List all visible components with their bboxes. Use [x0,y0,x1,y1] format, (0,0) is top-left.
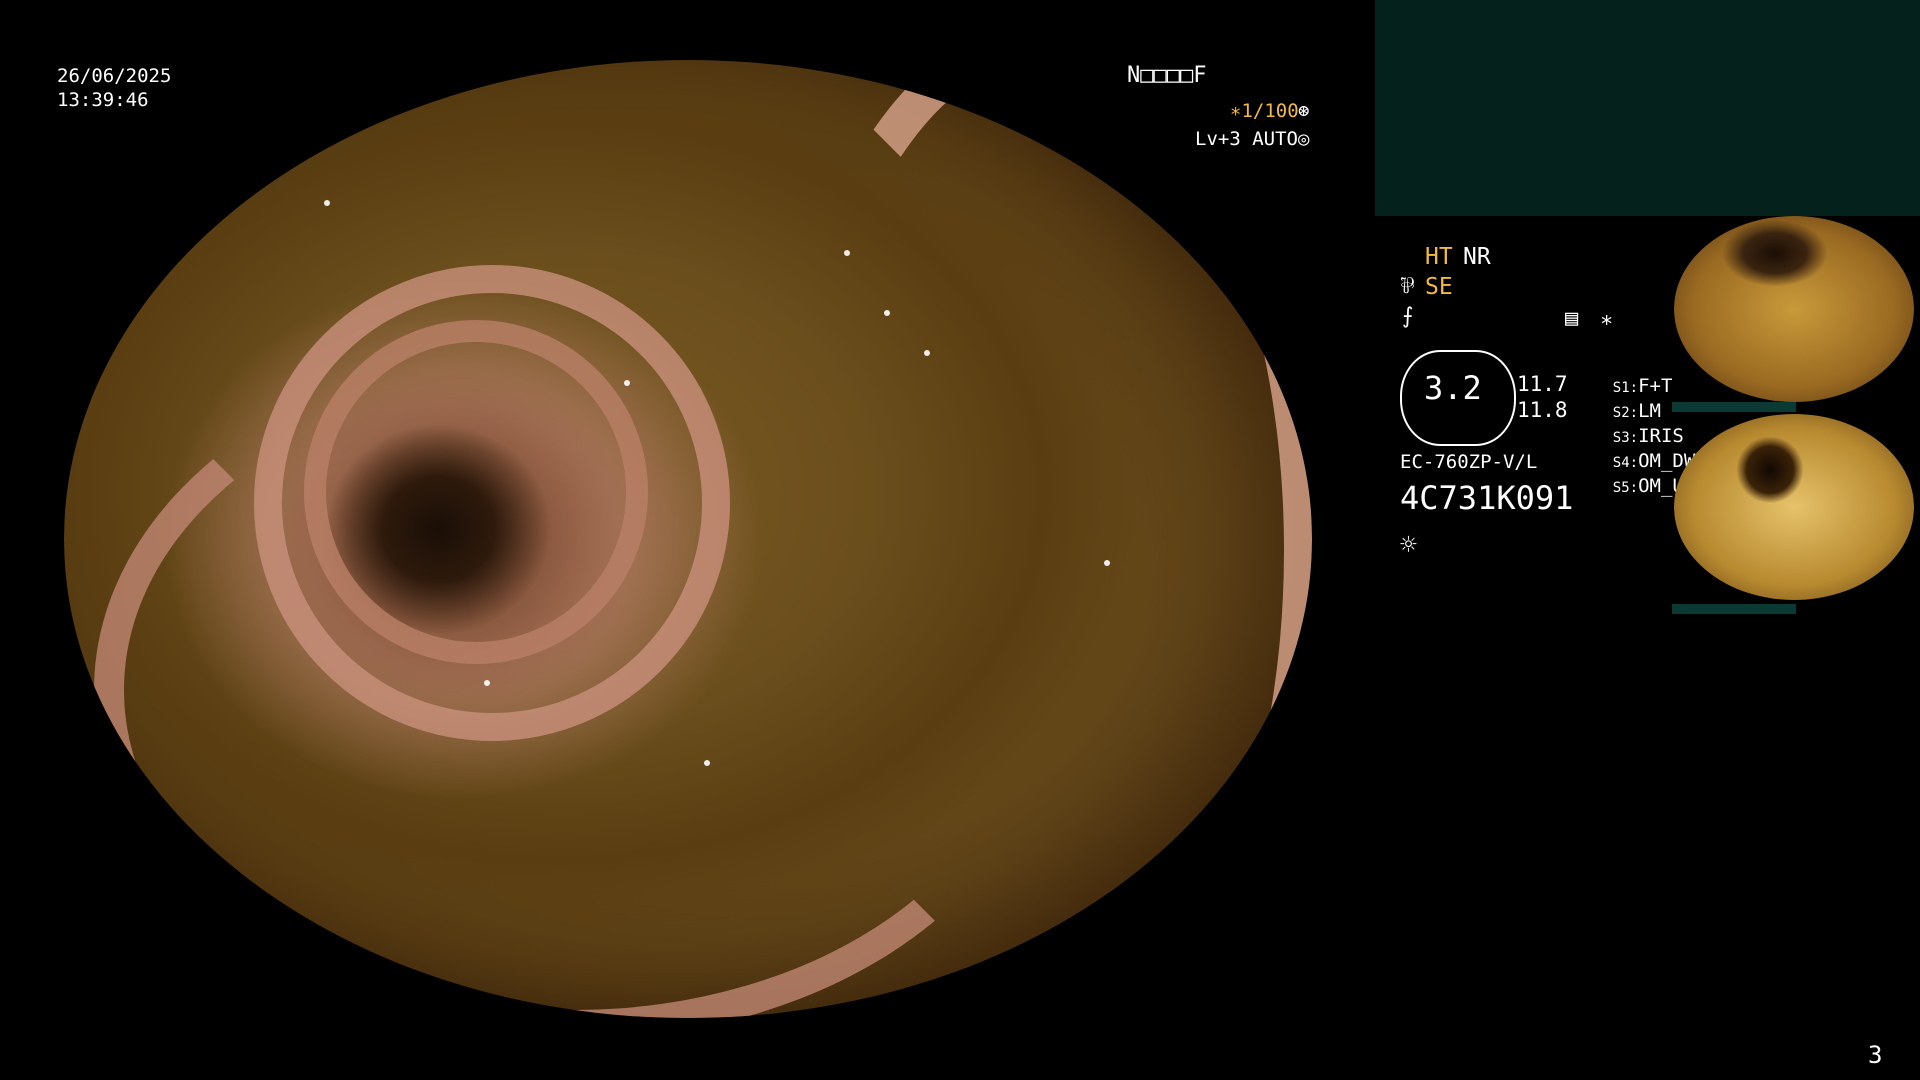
light-reflection [1104,560,1110,566]
scope-model: EC-760ZP-V/L [1400,451,1538,473]
light-reflection [884,310,890,316]
thumbnail-bar [1672,604,1796,614]
light-reflection [924,350,930,356]
nr-label: NR [1463,244,1491,270]
level-label: Lv+3 AUTO [1195,128,1298,150]
memory-star: ∗ [1600,308,1614,333]
light-reflection [324,200,330,206]
shutter-icon: ⊛ [1298,100,1310,122]
date-label: 26/06/2025 [57,65,172,87]
scope-value-a: 11.7 [1517,372,1568,396]
filter-icon: ⨍ [1402,304,1414,329]
captured-image-thumbnail[interactable] [1674,216,1914,402]
memory-icon: ▤ [1565,306,1579,331]
light-reflection [704,760,710,766]
auto-icon: ◎ [1298,128,1310,150]
mucosal-fold [94,340,1054,1018]
light-reflection [484,680,490,686]
thumbnail-bar [1672,402,1796,412]
se-label: SE [1425,274,1453,300]
ht-label: HT [1425,244,1453,270]
page-number: 3 [1868,1041,1883,1069]
status-code: N□□□□F [1127,63,1207,88]
captured-image-thumbnail[interactable] [1674,414,1914,600]
endoscope-image [64,60,1312,1018]
endoscopy-screen: 26/06/2025 13:39:46 N□□□□F ∗1/100 ⊛ Lv+3… [0,0,1920,1080]
serial-number: 4C731K091 [1400,479,1574,517]
shutter-speed: ∗1/100 [1230,100,1299,122]
brightness-icon: ☼ [1400,528,1417,561]
light-reflection [844,250,850,256]
light-reflection [624,380,630,386]
switch-key: S5: [1612,480,1639,496]
se-icon: ⅌ [1400,274,1415,299]
scope-value: 3.2 [1424,369,1482,407]
time-label: 13:39:46 [57,89,149,111]
scope-value-b: 11.8 [1517,398,1568,422]
info-panel [1375,0,1920,216]
